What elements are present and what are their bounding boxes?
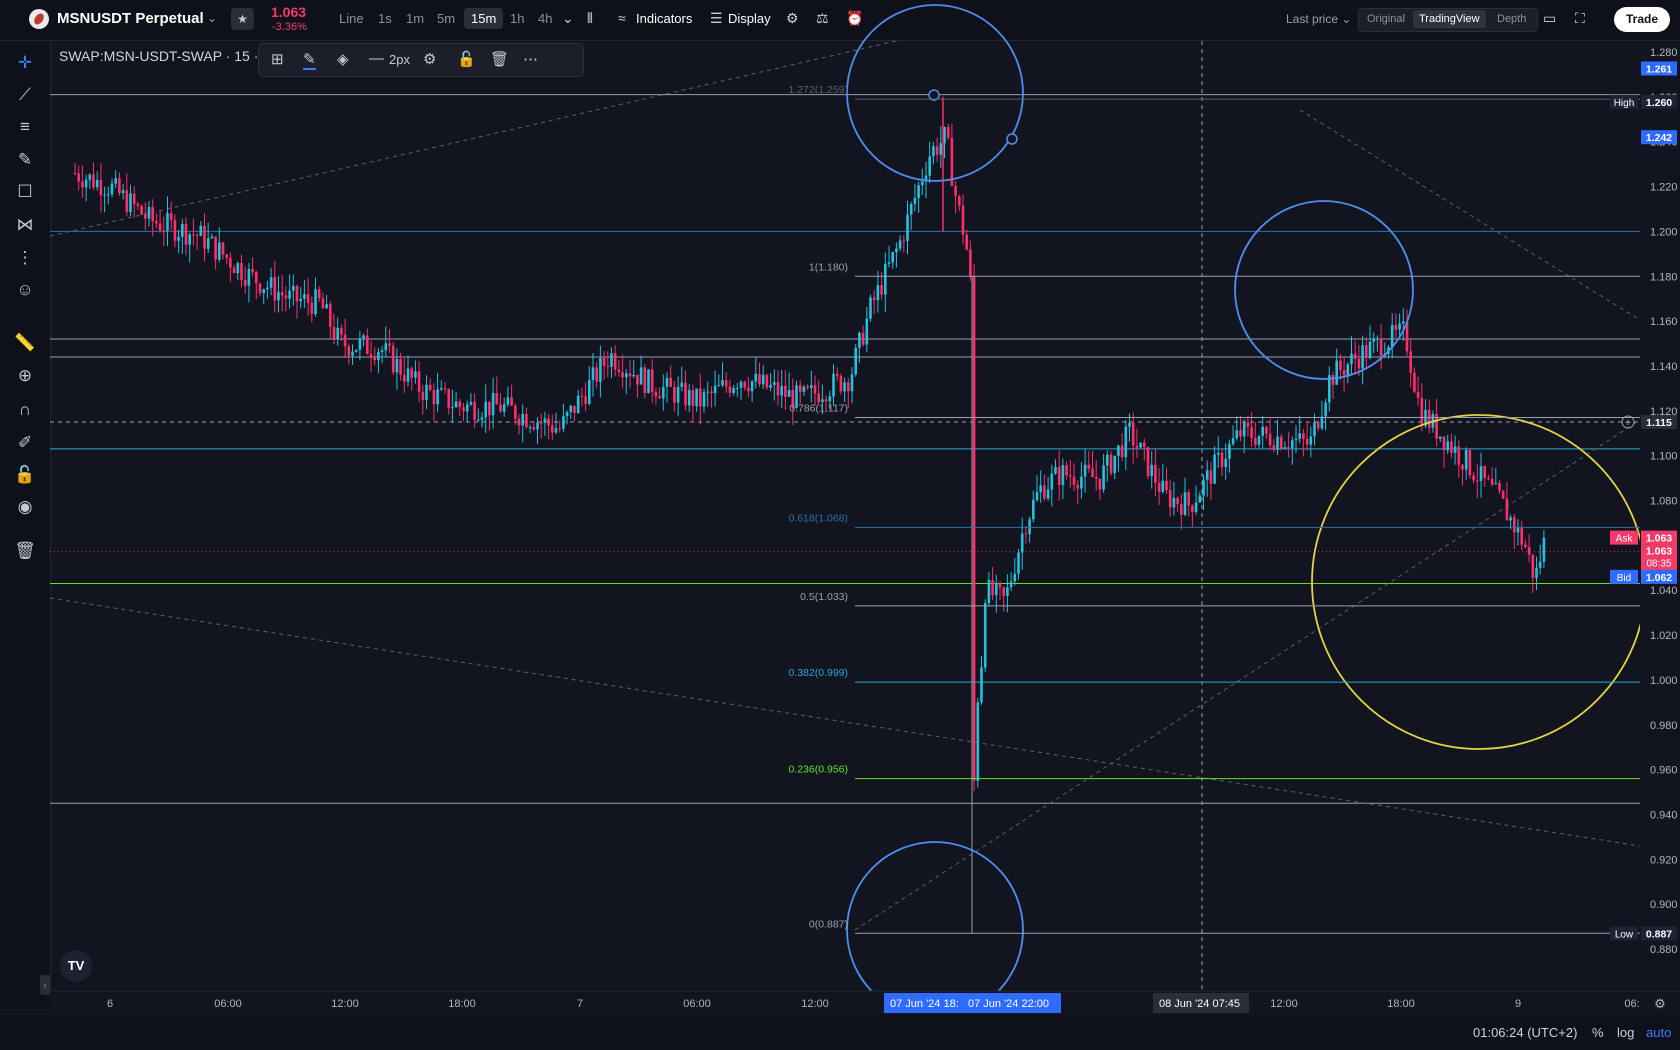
circle-handle (928, 89, 940, 101)
yellow-circle (1311, 414, 1647, 750)
tag-low-label: Low (1615, 929, 1634, 940)
tag-high-label: High (1614, 98, 1635, 109)
pen-color-icon[interactable]: ✎ (303, 50, 316, 70)
range-start-label: 07 Jun '24 18: (890, 998, 959, 1010)
price-chart[interactable]: 1.272(1.259) 1(1.180) 0.786(1.117) 0.618(1.… (0, 0, 1680, 1050)
price-tick-label: 0.960 (1650, 765, 1678, 777)
tradingview-logo: TV (60, 950, 92, 982)
tag-high-value: 1.260 (1646, 97, 1672, 109)
auto-toggle[interactable]: auto (1646, 1025, 1671, 1040)
drawing-settings-gear-icon[interactable]: ⚙ (423, 50, 436, 68)
fib-level-label: 0(0.887) (809, 918, 848, 930)
tag-bid-label: Bid (1617, 573, 1631, 584)
price-tick-label: 1.100 (1650, 451, 1678, 463)
price-tick-label: 1.200 (1650, 226, 1678, 238)
price-tick-label: 0.880 (1650, 944, 1678, 956)
price-tick-label: 0.920 (1650, 854, 1678, 866)
price-tick-label: 1.280 (1650, 47, 1678, 59)
time-tick-label: 6 (107, 998, 113, 1010)
time-tick-label: 7 (577, 998, 583, 1010)
drawings[interactable] (846, 4, 1647, 1019)
chart-title: SWAP:MSN-USDT-SWAP · 15 · (59, 48, 259, 64)
time-tick-label: 18:00 (1387, 998, 1415, 1010)
trend-line (49, 597, 1641, 847)
price-tick-label: 1.160 (1650, 316, 1678, 328)
tag-bid-value: 1.062 (1646, 572, 1672, 584)
blue-circle-mid (1234, 200, 1414, 380)
fill-color-icon[interactable]: ◈ (337, 50, 349, 68)
time-axis: 6 06:00 12:00 18:00 7 06:00 12:00 12:00 18:00 9 06… (0, 990, 1680, 1050)
drawing-lock-icon[interactable]: 🔓 (457, 50, 476, 68)
time-tick-label: 9 (1515, 998, 1521, 1010)
price-tick-label: 1.040 (1650, 585, 1678, 597)
status-bar-bg (0, 1015, 1680, 1050)
time-tick-label: 18:00 (448, 998, 476, 1010)
fib-level-label: 1.272(1.259) (788, 84, 848, 96)
line-width-select[interactable]: 2px (389, 52, 410, 67)
fib-level-label: 0.618(1.068) (788, 512, 848, 524)
price-tick-label: 0.900 (1650, 899, 1678, 911)
tag-last-value: 1.063 (1646, 546, 1672, 558)
tag-countdown: 08:35 (1646, 559, 1671, 570)
clock: 01:06:24 (UTC+2) (1473, 1025, 1578, 1040)
price-axis: 1.2801.2601.2401.2201.2001.1801.1601.140… (1610, 41, 1680, 991)
crosshair-time-label: 08 Jun '24 07:45 (1159, 998, 1240, 1010)
tag-ask-value: 1.063 (1646, 533, 1672, 545)
tag-crosshair-value: 1.115 (1646, 417, 1672, 429)
range-end-label: 07 Jun '24 22:00 (968, 998, 1049, 1010)
percent-toggle[interactable]: % (1592, 1025, 1604, 1040)
price-tick-label: 1.000 (1650, 675, 1678, 687)
tag-low-value: 0.887 (1646, 928, 1672, 940)
trend-line (854, 419, 1641, 931)
tag-1261-value: 1.261 (1646, 63, 1672, 75)
time-tick-label: 06:00 (214, 998, 242, 1010)
price-tick-label: 0.980 (1650, 720, 1678, 732)
fib-level-label: 0.786(1.117) (789, 403, 848, 415)
template-icon[interactable]: ⊞ (271, 50, 284, 68)
tag-1242-value: 1.242 (1646, 132, 1672, 144)
time-tick-label: 12:00 (331, 998, 359, 1010)
time-tick-label: 06:00 (683, 998, 711, 1010)
fib-level-label: 0.5(1.033) (800, 591, 848, 603)
fib-level-label: 0.236(0.956) (788, 764, 848, 776)
tag-ask-label: Ask (1616, 534, 1634, 545)
log-toggle[interactable]: log (1617, 1025, 1634, 1040)
fib-retracement[interactable]: 1.272(1.259) 1(1.180) 0.786(1.117) 0.618(1.… (788, 84, 1640, 934)
time-axis-settings-icon: ⚙ (1654, 996, 1666, 1011)
price-tick-label: 1.020 (1650, 630, 1678, 642)
price-tick-label: 0.940 (1650, 809, 1678, 821)
drawing-delete-icon[interactable]: 🗑 (490, 50, 509, 68)
price-tick-label: 1.080 (1650, 496, 1678, 508)
fib-level-label: 1(1.180) (809, 261, 848, 273)
time-tick-label: 12:00 (801, 998, 829, 1010)
price-tick-label: 1.180 (1650, 271, 1678, 283)
time-tick-label: 06: (1624, 998, 1639, 1010)
circle-handle (1006, 133, 1018, 145)
price-tick-label: 1.140 (1650, 361, 1678, 373)
fib-level-label: 0.382(0.999) (788, 667, 848, 679)
time-tick-label: 12:00 (1270, 998, 1298, 1010)
price-tick-label: 1.220 (1650, 182, 1678, 194)
add-alert-plus: + (1625, 417, 1631, 429)
line-style-icon[interactable]: — (369, 50, 384, 67)
trend-line (1299, 109, 1641, 321)
drawing-settings-bar: ⊞ ✎ ◈ — 2px ⚙ 🔓 🗑 ⋯ (258, 43, 584, 77)
more-options-icon[interactable]: ⋯ (523, 50, 538, 68)
